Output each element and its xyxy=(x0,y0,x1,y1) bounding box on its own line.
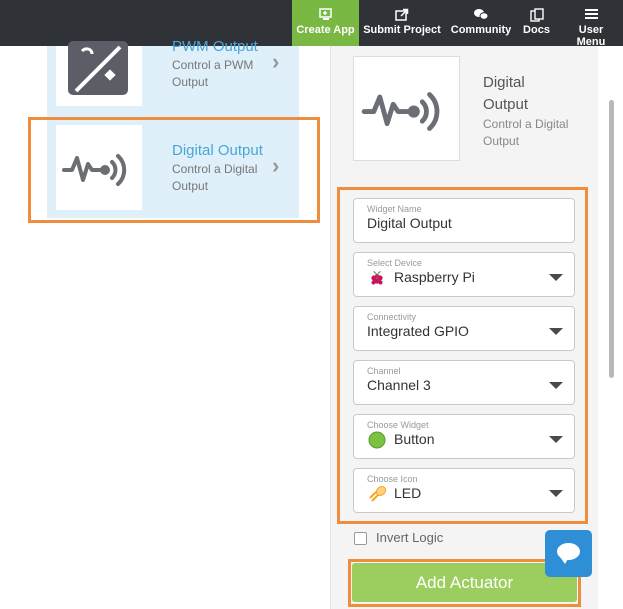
top-nav-bar: Create App Submit Project Community Docs… xyxy=(0,0,623,48)
scrollbar-thumb[interactable] xyxy=(609,100,614,378)
pwm-output-icon xyxy=(68,41,128,95)
nav-label: Submit Project xyxy=(363,24,441,36)
nav-label: User Menu xyxy=(576,24,606,48)
catalog-item-pwm-output[interactable] xyxy=(56,41,142,106)
chevron-right-icon[interactable]: › xyxy=(272,49,279,75)
nav-user-menu[interactable]: User Menu xyxy=(563,0,619,48)
invert-logic-checkbox[interactable] xyxy=(354,532,367,545)
hamburger-icon xyxy=(563,8,619,22)
nav-docs[interactable]: Docs xyxy=(520,0,553,46)
nav-submit-project[interactable]: Submit Project xyxy=(363,0,441,46)
invert-logic-label[interactable]: Invert Logic xyxy=(376,530,443,545)
selected-item-highlight xyxy=(28,117,320,223)
digital-output-icon xyxy=(361,92,440,131)
form-highlight xyxy=(337,187,588,524)
nav-label: Docs xyxy=(523,24,550,36)
create-app-icon xyxy=(292,8,359,22)
chat-bubbles-icon xyxy=(450,8,512,22)
catalog-item-description: Control a PWM Output xyxy=(172,58,254,89)
preview-title: Digital Output xyxy=(483,74,529,113)
nav-community[interactable]: Community xyxy=(450,0,512,46)
catalog-item-title[interactable]: PWM Output xyxy=(172,38,258,55)
nav-label: Community xyxy=(450,24,512,36)
chat-widget-button[interactable] xyxy=(545,530,592,577)
nav-label: Create App xyxy=(296,24,355,36)
preview-thumbnail xyxy=(353,56,460,161)
docs-icon xyxy=(520,8,553,22)
nav-create-app[interactable]: Create App xyxy=(292,0,359,46)
preview-description: Control a Digital Output xyxy=(483,117,569,148)
upload-icon xyxy=(363,8,441,22)
